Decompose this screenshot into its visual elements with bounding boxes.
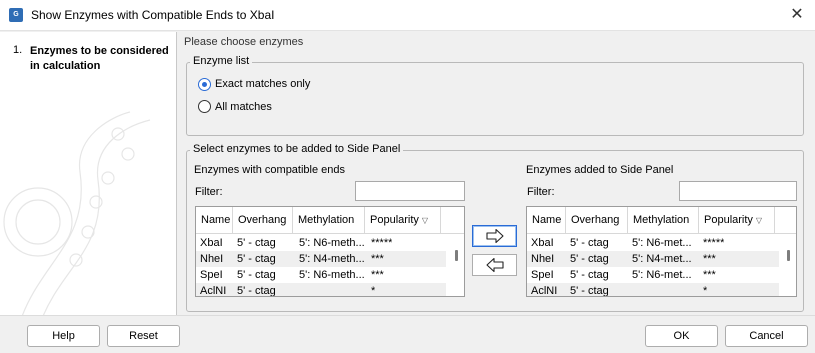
cancel-button[interactable]: Cancel [725, 325, 808, 347]
column-header-popularity-label: Popularity [370, 214, 419, 226]
cell-popularity: *** [371, 269, 384, 281]
table-row[interactable]: SpeI 5' - ctag 5': N6-meth... *** [196, 267, 446, 283]
cell-name: AclNI [531, 285, 558, 297]
table-scrollbar[interactable] [455, 250, 458, 261]
exact-matches-label[interactable]: Exact matches only [215, 78, 310, 90]
all-matches-label[interactable]: All matches [215, 101, 272, 113]
column-header-overhang[interactable]: Overhang [233, 207, 293, 234]
sort-icon: ▽ [421, 216, 429, 225]
exact-matches-radio[interactable] [198, 78, 211, 91]
column-header-overhang-label: Overhang [238, 214, 287, 226]
enzyme-list-group [186, 62, 804, 136]
side-panel-filter-label: Filter: [527, 186, 555, 198]
compatible-filter-input[interactable] [355, 181, 465, 201]
column-header-name[interactable]: Name [196, 207, 233, 234]
cell-overhang: 5' - ctag [237, 269, 276, 281]
column-header-overhang[interactable]: Overhang [566, 207, 628, 234]
add-to-side-panel-button[interactable] [472, 225, 517, 247]
title-bar: G Show Enzymes with Compatible Ends to X… [0, 0, 815, 31]
table-row[interactable]: AclNI 5' - ctag * [196, 283, 446, 297]
column-header-name[interactable]: Name [527, 207, 566, 234]
arrow-left-icon [485, 257, 504, 273]
close-icon: ✕ [790, 6, 804, 23]
sort-icon: ▽ [755, 216, 763, 225]
step-label: Enzymes to be considered in calculation [30, 45, 169, 72]
cell-popularity: ***** [371, 237, 393, 249]
enzyme-list-legend: Enzyme list [190, 55, 253, 67]
cell-methylation: 5': N6-meth... [299, 237, 365, 249]
cell-popularity: *** [703, 253, 716, 265]
table-row[interactable]: NheI 5' - ctag 5': N4-meth... *** [196, 251, 446, 267]
cell-popularity: *** [371, 253, 384, 265]
side-panel-enzymes-title: Enzymes added to Side Panel [526, 164, 674, 176]
cell-methylation [628, 283, 698, 296]
side-panel-filter-input[interactable] [679, 181, 797, 201]
cell-name: AclNI [200, 285, 227, 297]
table-header: Name Overhang Methylation Popularity ▽ [196, 207, 464, 234]
cell-methylation [295, 283, 365, 296]
help-button[interactable]: Help [27, 325, 100, 347]
side-panel-enzymes-table: Name Overhang Methylation Popularity ▽ Xb… [526, 206, 797, 297]
column-header-popularity[interactable]: Popularity ▽ [365, 207, 441, 234]
cell-methylation: 5': N6-met... [632, 269, 692, 281]
cell-methylation: 5': N6-meth... [299, 269, 365, 281]
arrow-right-icon [485, 228, 504, 244]
cell-overhang: 5' - ctag [570, 237, 609, 249]
table-row[interactable]: XbaI 5' - ctag 5': N6-met... ***** [527, 235, 779, 251]
compatible-enzymes-title: Enzymes with compatible ends [194, 164, 346, 176]
column-header-popularity-label: Popularity [704, 214, 753, 226]
table-row[interactable]: SpeI 5' - ctag 5': N6-met... *** [527, 267, 779, 283]
column-header-methylation[interactable]: Methylation [293, 207, 365, 234]
cell-name: NheI [531, 253, 555, 265]
close-button[interactable]: ✕ [786, 5, 808, 25]
cell-popularity: *** [703, 269, 716, 281]
step-number: 1. [13, 44, 23, 56]
remove-from-side-panel-button[interactable] [472, 254, 517, 276]
cell-popularity: * [703, 285, 708, 297]
choose-enzymes-label: Please choose enzymes [184, 36, 304, 48]
compatible-filter-label: Filter: [195, 186, 223, 198]
wizard-step-panel: 1. Enzymes to be considered in calculati… [0, 32, 177, 315]
table-row[interactable]: NheI 5' - ctag 5': N4-met... *** [527, 251, 779, 267]
cell-popularity: ***** [703, 237, 725, 249]
select-enzymes-legend: Select enzymes to be added to Side Panel [190, 143, 404, 155]
column-header-methylation-label: Methylation [298, 214, 355, 226]
column-header-name-label: Name [201, 214, 231, 226]
all-matches-radio[interactable] [198, 100, 211, 113]
cell-overhang: 5' - ctag [237, 253, 276, 265]
cell-overhang: 5' - ctag [570, 285, 609, 297]
cell-overhang: 5' - ctag [237, 237, 276, 249]
footer-divider [0, 315, 815, 316]
table-row[interactable]: XbaI 5' - ctag 5': N6-meth... ***** [196, 235, 446, 251]
compatible-enzymes-table: Name Overhang Methylation Popularity ▽ Xb… [195, 206, 465, 297]
column-header-popularity[interactable]: Popularity ▽ [699, 207, 775, 234]
window-title: Show Enzymes with Compatible Ends to Xba… [31, 8, 275, 22]
table-header: Name Overhang Methylation Popularity ▽ [527, 207, 796, 234]
cell-methylation: 5': N4-meth... [299, 253, 365, 265]
cell-name: SpeI [200, 269, 223, 281]
cell-methylation: 5': N6-met... [632, 237, 692, 249]
cell-popularity: * [371, 285, 376, 297]
cell-name: SpeI [531, 269, 554, 281]
cell-overhang: 5' - ctag [570, 253, 609, 265]
reset-button[interactable]: Reset [107, 325, 180, 347]
cell-name: XbaI [200, 237, 223, 249]
cell-name: XbaI [531, 237, 554, 249]
cell-overhang: 5' - ctag [570, 269, 609, 281]
column-header-methylation[interactable]: Methylation [628, 207, 699, 234]
table-scrollbar[interactable] [787, 250, 790, 261]
app-icon: G [9, 8, 23, 22]
cell-overhang: 5' - ctag [237, 285, 276, 297]
dna-watermark-icon [3, 111, 151, 315]
column-header-name-label: Name [532, 214, 562, 226]
ok-button[interactable]: OK [645, 325, 718, 347]
table-row[interactable]: AclNI 5' - ctag * [527, 283, 779, 297]
column-header-overhang-label: Overhang [571, 214, 620, 226]
cell-methylation: 5': N4-met... [632, 253, 692, 265]
cell-name: NheI [200, 253, 224, 265]
column-header-methylation-label: Methylation [633, 214, 690, 226]
